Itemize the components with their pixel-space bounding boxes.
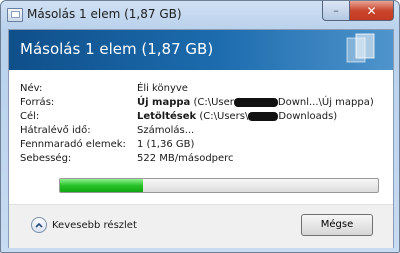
items-left-value: 1 (1,36 GB): [137, 139, 195, 150]
name-label: Név:: [20, 83, 43, 94]
fewer-details-label: Kevesebb részlet: [52, 219, 137, 231]
minimize-button[interactable]: –: [322, 1, 350, 21]
target-label: Cél:: [20, 111, 40, 122]
target-path-end: Downloads): [278, 111, 338, 122]
time-left-value: Számolás...: [137, 125, 195, 136]
cancel-button[interactable]: Mégse: [301, 214, 373, 236]
progress-fill: [60, 179, 143, 192]
speed-value: 522 MB/másodperc: [137, 153, 234, 164]
window-app-icon: [7, 8, 23, 22]
dialog-footer: Kevesebb részlet Mégse: [9, 204, 393, 248]
source-path-start: (C:\User: [193, 97, 234, 108]
target-value[interactable]: Letöltések (C:\Users\ Downloads): [137, 110, 337, 123]
items-left-label: Fennmaradó elemek:: [20, 139, 126, 150]
header-decoration-icon: [346, 33, 375, 63]
copy-progress-bar: [59, 178, 379, 193]
window-title: Másolás 1 elem (1,87 GB): [27, 7, 182, 21]
dialog-content: Másolás 1 elem (1,87 GB) Név: Éli könyve…: [8, 29, 394, 248]
close-button[interactable]: ✕: [350, 1, 394, 21]
source-label: Forrás:: [20, 97, 55, 108]
fewer-details-toggle[interactable]: Kevesebb részlet: [31, 217, 137, 233]
header-banner: Másolás 1 elem (1,87 GB): [9, 30, 393, 70]
window-controls: – ✕: [322, 1, 394, 21]
header-title: Másolás 1 elem (1,87 GB): [20, 40, 214, 58]
close-icon: ✕: [366, 3, 377, 18]
source-folder-name: Új mappa: [137, 97, 191, 108]
title-bar[interactable]: Másolás 1 elem (1,87 GB) – ✕: [1, 1, 399, 29]
redaction-mark: [248, 111, 279, 121]
chevron-up-icon: [31, 217, 47, 233]
copy-dialog-window: Másolás 1 elem (1,87 GB) – ✕ Másolás 1 e…: [0, 0, 400, 253]
name-value: Éli könyve: [137, 83, 188, 94]
source-path-end: Downl...\Új mappa): [277, 97, 374, 108]
minimize-icon: –: [333, 4, 339, 17]
target-path-start: (C:\Users\: [199, 111, 249, 122]
speed-label: Sebesség:: [20, 153, 72, 164]
time-left-label: Hátralévő idő:: [20, 125, 91, 136]
target-folder-name: Letöltések: [137, 111, 197, 122]
redaction-mark: [233, 97, 278, 107]
source-value[interactable]: Új mappa (C:\User Downl...\Új mappa): [137, 96, 374, 109]
